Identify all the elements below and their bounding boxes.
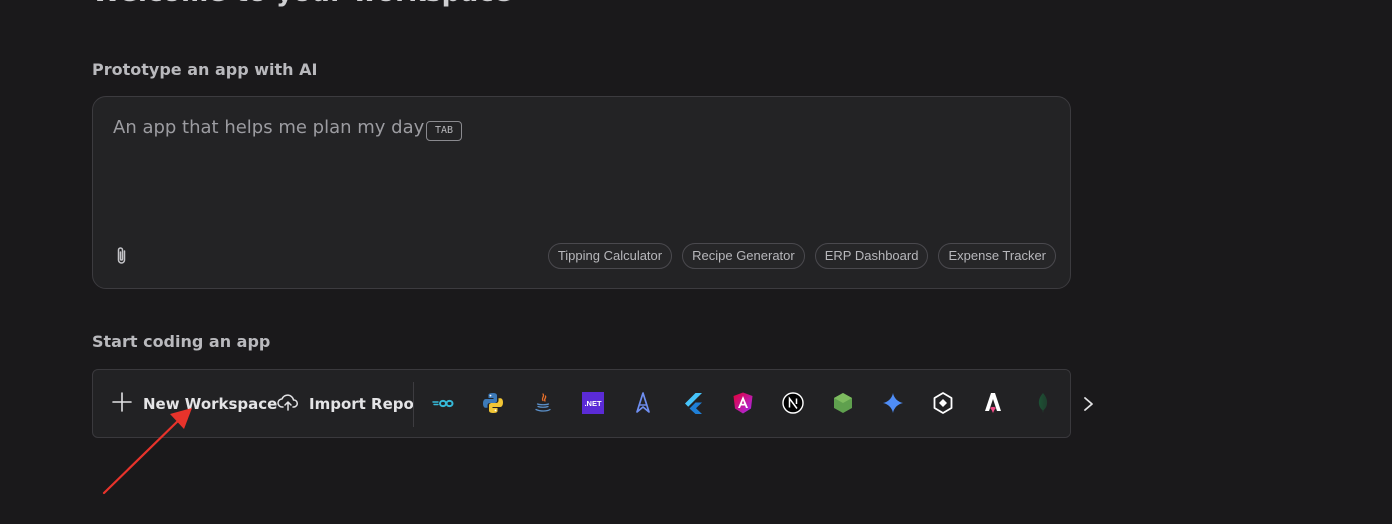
prompt-placeholder[interactable]: An app that helps me plan my day: [113, 117, 424, 138]
suggestion-chip-tipping-calculator[interactable]: Tipping Calculator: [547, 243, 673, 269]
suggestion-chips: Tipping Calculator Recipe Generator ERP …: [547, 243, 1056, 269]
chevron-right-icon[interactable]: [1079, 392, 1099, 416]
angular-icon[interactable]: [731, 391, 755, 415]
workspace-bar: New Workspace Import Repo .NET: [92, 369, 1071, 438]
import-repo-button[interactable]: Import Repo: [277, 370, 414, 437]
tab-key-hint: TAB: [426, 121, 463, 141]
prototype-section-title: Prototype an app with AI: [92, 60, 318, 79]
page-heading-text: Welcome to your workspace: [92, 0, 512, 8]
suggestion-chip-expense-tracker[interactable]: Expense Tracker: [938, 243, 1056, 269]
suggestion-chip-recipe-generator[interactable]: Recipe Generator: [682, 243, 805, 269]
annotation-arrow: [102, 408, 192, 495]
nextjs-icon[interactable]: [781, 391, 805, 415]
java-icon[interactable]: [531, 391, 555, 415]
start-page: Welcome to your workspace Prototype an a…: [0, 0, 1392, 524]
page-heading: Welcome to your workspace: [92, 0, 512, 8]
flutter-icon[interactable]: [681, 391, 705, 415]
suggestion-chip-erp-dashboard[interactable]: ERP Dashboard: [814, 243, 929, 269]
go-icon[interactable]: [431, 391, 455, 415]
paperclip-icon[interactable]: [112, 245, 132, 267]
cloud-upload-icon: [277, 391, 299, 417]
prompt-box[interactable]: An app that helps me plan my day TAB Tip…: [92, 96, 1071, 289]
nodejs-icon[interactable]: [831, 391, 855, 415]
technology-list: .NET: [431, 391, 1055, 415]
genkit-icon[interactable]: [931, 391, 955, 415]
python-icon[interactable]: [481, 391, 505, 415]
gemini-icon[interactable]: [881, 391, 905, 415]
coding-section-title: Start coding an app: [92, 332, 271, 351]
astro-icon[interactable]: [631, 391, 655, 415]
bar-divider: [413, 382, 414, 427]
dotnet-label: .NET: [584, 399, 602, 408]
import-repo-label: Import Repo: [309, 394, 414, 413]
dotnet-icon[interactable]: .NET: [581, 391, 605, 415]
scroll-fade: [1000, 370, 1070, 437]
